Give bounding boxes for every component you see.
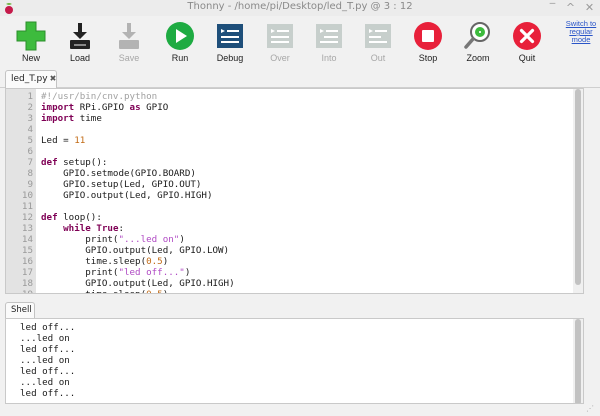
load-icon [70, 23, 90, 49]
debug-label: Debug [216, 53, 244, 63]
code-line: while True: [63, 223, 125, 234]
shell-output-line: ...led on [20, 355, 70, 366]
debug-button[interactable]: Debug [208, 20, 252, 66]
line-number: 14 [21, 234, 33, 245]
code-line: #!/usr/bin/cnv.python [41, 91, 158, 102]
code-line: import time [41, 113, 102, 124]
save-icon [119, 23, 139, 49]
line-number: 11 [21, 201, 33, 212]
step-into-icon [316, 24, 342, 48]
code-line: GPIO.output(Led, GPIO.LOW) [41, 245, 230, 256]
step-over-icon [267, 24, 293, 48]
save-label: Save [118, 53, 140, 63]
shell-console[interactable]: led off... ...led on led off... ...led o… [5, 318, 584, 404]
line-number: 7 [27, 157, 33, 168]
editor-tab-led-t[interactable]: led_T.py ✖ [5, 70, 57, 89]
code-line: def setup(): [41, 157, 108, 168]
step-over-button[interactable]: Over [258, 20, 302, 66]
maximize-button[interactable]: ^ [564, 1, 577, 14]
step-out-icon [365, 24, 391, 48]
shell-output-line: led off... [20, 388, 76, 399]
run-icon [166, 22, 194, 50]
save-button[interactable]: Save [107, 20, 151, 66]
code-line: GPIO.output(Led, GPIO.HIGH) [41, 190, 213, 201]
step-over-label: Over [270, 53, 290, 63]
line-number: 9 [27, 179, 33, 190]
line-number: 16 [21, 256, 33, 267]
code-line: GPIO.output(Led, GPIO.HIGH) [41, 278, 235, 289]
close-window-button[interactable]: ✕ [583, 1, 596, 14]
debug-icon [217, 24, 243, 48]
close-tab-icon[interactable]: ✖ [50, 74, 57, 83]
code-editor[interactable]: 1 2 3 4 5 6 7 8 9 10 11 12 13 14 15 16 1… [5, 88, 584, 294]
quit-label: Quit [518, 53, 536, 63]
line-number: 15 [21, 245, 33, 256]
quit-icon [513, 22, 541, 50]
line-number: 12 [21, 212, 33, 223]
line-number: 17 [21, 267, 33, 278]
editor-tab-label: led_T.py [11, 74, 48, 84]
quit-button[interactable]: Quit [505, 20, 549, 66]
line-number: 3 [27, 113, 33, 124]
step-out-button[interactable]: Out [356, 20, 400, 66]
line-number: 8 [27, 168, 33, 179]
code-line: import RPi.GPIO as GPIO [41, 102, 169, 113]
zoom-icon [464, 22, 490, 49]
shell-scroll-thumb[interactable] [575, 319, 581, 403]
line-number: 5 [27, 135, 33, 146]
run-label: Run [171, 53, 189, 63]
line-number: 2 [27, 102, 33, 113]
line-number: 6 [27, 146, 33, 157]
editor-tabbar: led_T.py ✖ [0, 68, 600, 89]
zoom-button[interactable]: Zoom [456, 20, 500, 66]
code-line: print("led off...") [41, 267, 191, 278]
line-number: 1 [27, 91, 33, 102]
shell-output-line: led off... [20, 344, 76, 355]
step-out-label: Out [370, 53, 386, 63]
shell-output-line: ...led on [20, 377, 70, 388]
editor-scroll-thumb[interactable] [575, 89, 581, 285]
editor-scrollbar[interactable] [573, 89, 583, 293]
load-label: Load [69, 53, 91, 63]
resize-grip-icon[interactable]: ⋰ [586, 404, 598, 414]
shell-output-line: led off... [20, 366, 76, 377]
step-into-label: Into [321, 53, 337, 63]
line-number: 18 [21, 278, 33, 289]
stop-icon [414, 22, 442, 50]
line-number: 4 [27, 124, 33, 135]
stop-label: Stop [418, 53, 438, 63]
new-icon [16, 21, 46, 51]
shell-tab[interactable]: Shell [5, 302, 35, 318]
line-number: 10 [21, 190, 33, 201]
window-title: Thonny - /home/pi/Desktop/led_T.py @ 3 :… [187, 1, 413, 12]
switch-to-regular-mode-link[interactable]: Switch to regular mode [561, 20, 600, 44]
code-line: GPIO.setmode(GPIO.BOARD) [41, 168, 196, 179]
zoom-label: Zoom [466, 53, 490, 63]
code-line: print("...led on") [41, 234, 185, 245]
line-number: 13 [21, 223, 33, 234]
title-bar: Thonny - /home/pi/Desktop/led_T.py @ 3 :… [0, 0, 600, 16]
code-line: def loop(): [41, 212, 102, 223]
line-number: 19 [22, 289, 33, 293]
shell-output-line: ...led on [20, 333, 70, 344]
run-button[interactable]: Run [158, 20, 202, 66]
new-button[interactable]: New [9, 20, 53, 66]
shell-output-line: led off... [20, 322, 76, 333]
code-line: Led = 11 [41, 135, 86, 146]
code-line: GPIO.setup(Led, GPIO.OUT) [41, 179, 202, 190]
toolbar: New Load Save Run Debug Over Into Out St… [0, 16, 600, 68]
code-line: time.sleep(0.5) [41, 256, 169, 267]
minimize-button[interactable]: ‾ [546, 1, 559, 14]
load-button[interactable]: Load [58, 20, 102, 66]
step-into-button[interactable]: Into [307, 20, 351, 66]
line-number-gutter: 1 2 3 4 5 6 7 8 9 10 11 12 13 14 15 16 1… [6, 89, 36, 293]
shell-scrollbar[interactable] [573, 319, 583, 403]
shell-tabbar: Shell [0, 300, 600, 318]
code-line: time.sleep(0.5) [41, 289, 168, 293]
stop-button[interactable]: Stop [406, 20, 450, 66]
new-label: New [21, 53, 40, 63]
